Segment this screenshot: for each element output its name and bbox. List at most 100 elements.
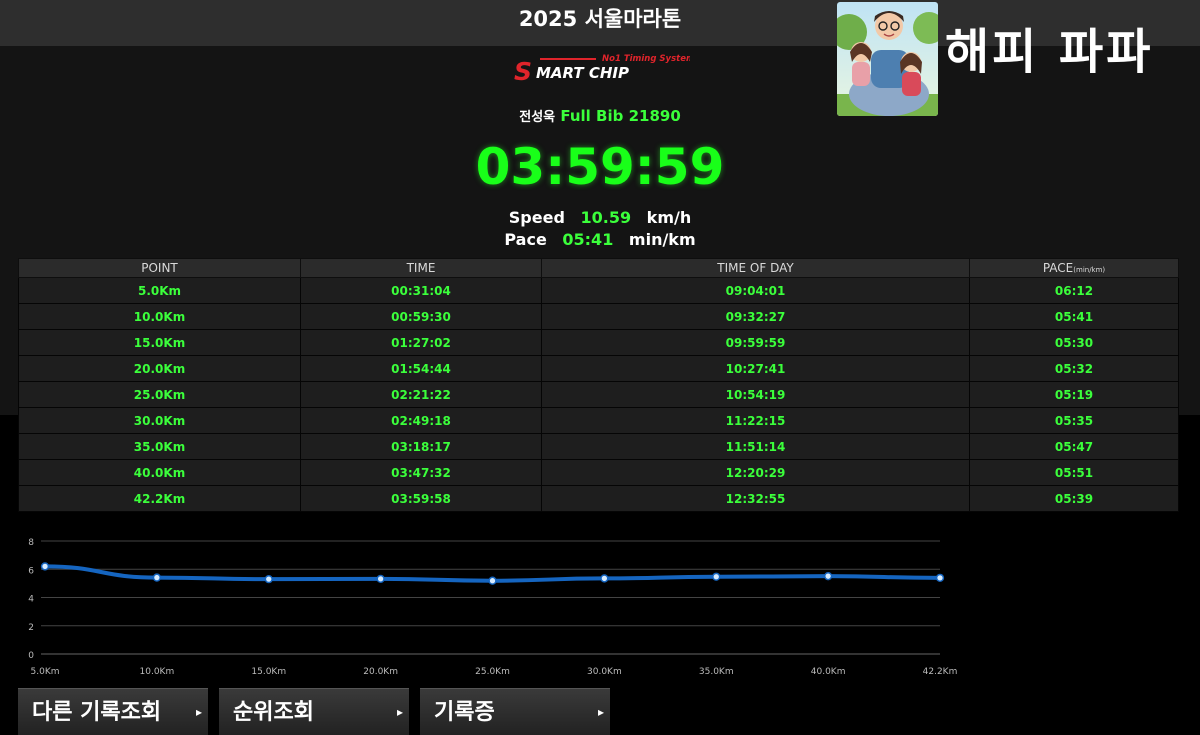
cell-pace: 05:32: [969, 355, 1179, 382]
split-table-header: POINT TIME TIME OF DAY PACE(min/km): [18, 258, 1179, 278]
table-row: 20.0Km 01:54:44 10:27:41 05:32: [18, 355, 1179, 382]
cell-point: 5.0Km: [18, 277, 301, 304]
cell-time-of-day: 12:32:55: [541, 485, 970, 512]
table-row: 5.0Km 00:31:04 09:04:01 06:12: [18, 277, 1179, 304]
chevron-right-icon: ▸: [597, 705, 604, 719]
x-tick-label: 30.0Km: [587, 667, 622, 677]
cell-time: 00:31:04: [300, 277, 542, 304]
cell-time-of-day: 09:04:01: [541, 277, 970, 304]
speed-unit: km/h: [646, 208, 692, 227]
cell-point: 20.0Km: [18, 355, 301, 382]
cell-pace: 05:47: [969, 433, 1179, 460]
cell-point: 30.0Km: [18, 407, 301, 434]
cell-time-of-day: 09:32:27: [541, 303, 970, 330]
y-tick-label: 4: [28, 595, 34, 605]
logo-letter-s: S: [514, 57, 532, 84]
pace-label: Pace: [504, 230, 547, 249]
channel-avatar: [837, 2, 938, 116]
ranking-button[interactable]: 순위조회 ▸: [219, 688, 409, 735]
x-tick-label: 15.0Km: [251, 667, 286, 677]
x-tick-label: 20.0Km: [363, 667, 398, 677]
cell-time-of-day: 11:22:15: [541, 407, 970, 434]
x-tick-label: 25.0Km: [475, 667, 510, 677]
cell-point: 10.0Km: [18, 303, 301, 330]
cell-pace: 05:19: [969, 381, 1179, 408]
pace-data-point: [823, 572, 833, 581]
cell-time: 01:54:44: [300, 355, 542, 382]
cell-time: 01:27:02: [300, 329, 542, 356]
certificate-label: 기록증: [434, 700, 495, 725]
header-pace-label: PACE: [1042, 261, 1074, 275]
header-time: TIME: [300, 258, 542, 278]
y-tick-label: 6: [28, 566, 34, 576]
cell-time: 00:59:30: [300, 303, 542, 330]
x-tick-label: 42.2Km: [923, 667, 958, 677]
cell-time-of-day: 10:27:41: [541, 355, 970, 382]
cell-pace: 05:30: [969, 329, 1179, 356]
chevron-right-icon: ▸: [195, 705, 202, 719]
header-pace-unit: (min/km): [1073, 266, 1106, 274]
cell-point: 40.0Km: [18, 459, 301, 486]
cell-pace: 05:35: [969, 407, 1179, 434]
pace-chart: 0 2 4 6 8 5.0Km 10.0Km 15.0Km 20.0Km 25.0Km 30.0Km…: [28, 538, 958, 677]
header-time-of-day: TIME OF DAY: [541, 258, 970, 278]
pace-data-point: [935, 573, 945, 583]
cell-point: 25.0Km: [18, 381, 301, 408]
cell-time-of-day: 12:20:29: [541, 459, 970, 486]
cell-time: 03:47:32: [300, 459, 542, 486]
certificate-button[interactable]: 기록증 ▸: [420, 688, 610, 735]
smart-chip-logo: No1 Timing System S MART CHIP: [510, 50, 695, 86]
pace-data-point: [264, 574, 273, 584]
table-row: 35.0Km 03:18:17 11:51:14 05:47: [18, 433, 1179, 460]
table-row: 42.2Km 03:59:58 12:32:55 05:39: [18, 485, 1179, 512]
y-tick-label: 8: [28, 538, 34, 548]
cell-point: 15.0Km: [18, 329, 301, 356]
cell-time: 03:59:58: [300, 485, 542, 512]
speed-value: 10.59: [580, 208, 632, 227]
runner-info: 전성욱 Full Bib 21890: [0, 104, 1200, 130]
cell-time: 02:49:18: [300, 407, 542, 434]
pace-data-point: [152, 573, 162, 582]
cell-time-of-day: 09:59:59: [541, 329, 970, 356]
cell-time: 02:21:22: [300, 381, 542, 408]
ranking-label: 순위조회: [233, 700, 314, 725]
table-row: 30.0Km 02:49:18 11:22:15 05:35: [18, 407, 1179, 434]
x-tick-label: 10.0Km: [140, 667, 175, 677]
table-row: 10.0Km 00:59:30 09:32:27 05:41: [18, 303, 1179, 330]
speed-line: Speed 10.59 km/h: [0, 207, 1200, 229]
pace-value: 05:41: [562, 230, 614, 249]
cell-pace: 05:41: [969, 303, 1179, 330]
pace-line: Pace 05:41 min/km: [0, 229, 1200, 251]
speed-label: Speed: [508, 208, 565, 227]
cell-point: 35.0Km: [18, 433, 301, 460]
cell-pace: 06:12: [969, 277, 1179, 304]
pace-data-point: [40, 562, 50, 571]
header-point: POINT: [18, 258, 301, 278]
cell-point: 42.2Km: [18, 485, 301, 512]
logo-tagline: No1 Timing System: [602, 54, 690, 64]
cell-pace: 05:39: [969, 485, 1179, 512]
chevron-right-icon: ▸: [396, 705, 403, 719]
cell-time: 03:18:17: [300, 433, 542, 460]
channel-name: 해피 파파: [945, 24, 1154, 80]
table-row: 25.0Km 02:21:22 10:54:19 05:19: [18, 381, 1179, 408]
header-pace: PACE(min/km): [969, 258, 1179, 278]
runner-name: 전성욱: [519, 110, 556, 125]
cell-pace: 05:51: [969, 459, 1179, 486]
other-record-label: 다른 기록조회: [32, 700, 162, 725]
cell-time-of-day: 10:54:19: [541, 381, 970, 408]
x-tick-label: 40.0Km: [811, 667, 846, 677]
y-tick-label: 2: [28, 623, 34, 633]
table-row: 40.0Km 03:47:32 12:20:29 05:51: [18, 459, 1179, 486]
runner-bib: Full Bib 21890: [560, 107, 681, 125]
y-tick-label: 0: [28, 651, 34, 661]
pace-unit: min/km: [628, 230, 696, 249]
logo-brand-text: MART CHIP: [536, 64, 629, 82]
pace-data-point: [488, 576, 497, 585]
other-record-button[interactable]: 다른 기록조회 ▸: [18, 688, 208, 735]
pace-data-point: [376, 574, 385, 584]
pace-data-point: [600, 574, 609, 583]
pace-data-point: [712, 572, 721, 581]
cell-time-of-day: 11:51:14: [541, 433, 970, 460]
x-tick-label: 5.0Km: [31, 667, 60, 677]
